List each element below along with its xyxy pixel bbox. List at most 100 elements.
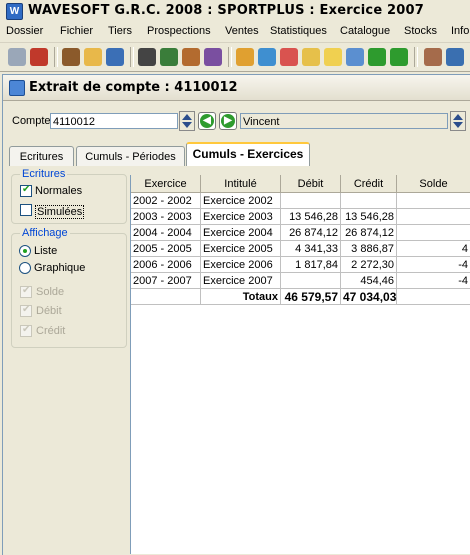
- col-header-intitule[interactable]: Intitulé: [201, 175, 281, 193]
- total-debit: 46 579,57: [281, 289, 341, 305]
- menu-catalogue[interactable]: Catalogue: [340, 25, 390, 37]
- table-cell[interactable]: Exercice 2005: [201, 241, 281, 257]
- table-cell[interactable]: 2004 - 2004: [131, 225, 201, 241]
- menu-dossier[interactable]: Dossier: [6, 25, 43, 37]
- credit-label: Crédit: [36, 325, 66, 337]
- total-solde: [397, 289, 470, 305]
- table-cell[interactable]: 4: [397, 241, 470, 257]
- debit-label: Débit: [36, 305, 62, 317]
- star-icon[interactable]: [324, 48, 342, 66]
- table-cell[interactable]: 13 546,28: [341, 209, 397, 225]
- table-cell[interactable]: 3 886,87: [341, 241, 397, 257]
- toolbar-separator: [414, 47, 418, 67]
- table-cell[interactable]: -4: [397, 257, 470, 273]
- credit-checkbox: [20, 324, 32, 337]
- calendar-icon[interactable]: [280, 48, 298, 66]
- table-cell[interactable]: [397, 225, 470, 241]
- import-icon[interactable]: [390, 48, 408, 66]
- mail-icon[interactable]: [302, 48, 320, 66]
- toolbar-separator: [228, 47, 232, 67]
- app-icon: W: [6, 3, 23, 20]
- compte-name-field: Vincent: [240, 113, 448, 129]
- table-cell[interactable]: 2005 - 2005: [131, 241, 201, 257]
- table-cell[interactable]: [397, 193, 470, 209]
- table-cell[interactable]: Exercice 2007: [201, 273, 281, 289]
- normales-label: Normales: [35, 185, 83, 197]
- table-cell[interactable]: 2 272,30: [341, 257, 397, 273]
- col-header-exercice[interactable]: Exercice: [131, 175, 201, 193]
- book-icon[interactable]: [138, 48, 156, 66]
- document-icon[interactable]: [236, 48, 254, 66]
- graphique-radio[interactable]: [19, 262, 31, 274]
- table-cell[interactable]: 13 546,28: [281, 209, 341, 225]
- table-cell[interactable]: 2006 - 2006: [131, 257, 201, 273]
- next-button[interactable]: ▶: [219, 112, 237, 130]
- previous-button[interactable]: ◀: [198, 112, 216, 130]
- export-icon[interactable]: [368, 48, 386, 66]
- table-cell[interactable]: [281, 193, 341, 209]
- delete-icon[interactable]: [30, 48, 48, 66]
- graphique-label: Graphique: [34, 262, 86, 274]
- totals-label: Totaux: [201, 289, 281, 305]
- table-cell[interactable]: 26 874,12: [341, 225, 397, 241]
- debit-checkbox: [20, 304, 32, 317]
- normales-checkbox[interactable]: [20, 184, 32, 197]
- tab-cumuls-periodes[interactable]: Cumuls - Périodes: [76, 146, 185, 166]
- print-preview-icon[interactable]: [8, 48, 26, 66]
- table-cell[interactable]: [341, 193, 397, 209]
- table-cell[interactable]: 1 817,84: [281, 257, 341, 273]
- ecritures-group-title: Ecritures: [20, 168, 68, 180]
- simulees-checkbox[interactable]: [20, 204, 32, 216]
- compte-spin-icon[interactable]: [179, 111, 195, 131]
- table-cell[interactable]: 454,46: [341, 273, 397, 289]
- menu-stocks[interactable]: Stocks: [404, 25, 437, 37]
- table-cell[interactable]: 2003 - 2003: [131, 209, 201, 225]
- col-header-solde[interactable]: Solde: [397, 175, 470, 193]
- folder-icon[interactable]: [84, 48, 102, 66]
- table-cell[interactable]: 26 874,12: [281, 225, 341, 241]
- liste-radio[interactable]: [19, 245, 31, 257]
- tab-ecritures[interactable]: Ecritures: [9, 146, 74, 166]
- toolbar-separator: [130, 47, 134, 67]
- table-cell[interactable]: Exercice 2003: [201, 209, 281, 225]
- menu-bar: Dossier Fichier Tiers Prospections Vente…: [0, 22, 470, 43]
- col-header-debit[interactable]: Débit: [281, 175, 341, 193]
- box-icon[interactable]: [182, 48, 200, 66]
- menu-info[interactable]: Info: [451, 25, 469, 37]
- window-icon[interactable]: [446, 48, 464, 66]
- cumuls-exercices-grid[interactable]: Exercice Intitulé Débit Crédit Solde 200…: [130, 175, 470, 554]
- table-cell[interactable]: Exercice 2004: [201, 225, 281, 241]
- menu-statistiques[interactable]: Statistiques: [270, 25, 327, 37]
- compte-label: Compte: [12, 115, 51, 127]
- liste-label: Liste: [34, 245, 58, 257]
- calculator-icon[interactable]: [424, 48, 442, 66]
- people-icon[interactable]: [160, 48, 178, 66]
- group-icon[interactable]: [204, 48, 222, 66]
- globe-icon[interactable]: [258, 48, 276, 66]
- table-cell[interactable]: [397, 209, 470, 225]
- menu-ventes[interactable]: Ventes: [225, 25, 259, 37]
- table-cell[interactable]: -4: [397, 273, 470, 289]
- col-header-credit[interactable]: Crédit: [341, 175, 397, 193]
- menu-tiers[interactable]: Tiers: [108, 25, 132, 37]
- contacts-icon[interactable]: [62, 48, 80, 66]
- list-icon[interactable]: [346, 48, 364, 66]
- table-cell[interactable]: 2002 - 2002: [131, 193, 201, 209]
- table-cell[interactable]: 4 341,33: [281, 241, 341, 257]
- compte-input[interactable]: 4110012: [50, 113, 178, 129]
- solde-label: Solde: [36, 286, 65, 298]
- user-icon[interactable]: [106, 48, 124, 66]
- window-title: Extrait de compte : 4110012: [29, 80, 238, 95]
- table-cell[interactable]: Exercice 2002: [201, 193, 281, 209]
- menu-prospections[interactable]: Prospections: [147, 25, 211, 37]
- app-title: WAVESOFT G.R.C. 2008 : SPORTPLUS : Exerc…: [28, 3, 425, 18]
- toolbar: [0, 43, 470, 72]
- window-icon: [9, 80, 25, 96]
- tab-cumuls-exercices[interactable]: Cumuls - Exercices: [186, 142, 310, 166]
- menu-fichier[interactable]: Fichier: [60, 25, 93, 37]
- table-cell[interactable]: Exercice 2006: [201, 257, 281, 273]
- table-cell[interactable]: [281, 273, 341, 289]
- name-spin-icon[interactable]: [450, 111, 466, 131]
- table-cell[interactable]: 2007 - 2007: [131, 273, 201, 289]
- toolbar-separator: [54, 47, 58, 67]
